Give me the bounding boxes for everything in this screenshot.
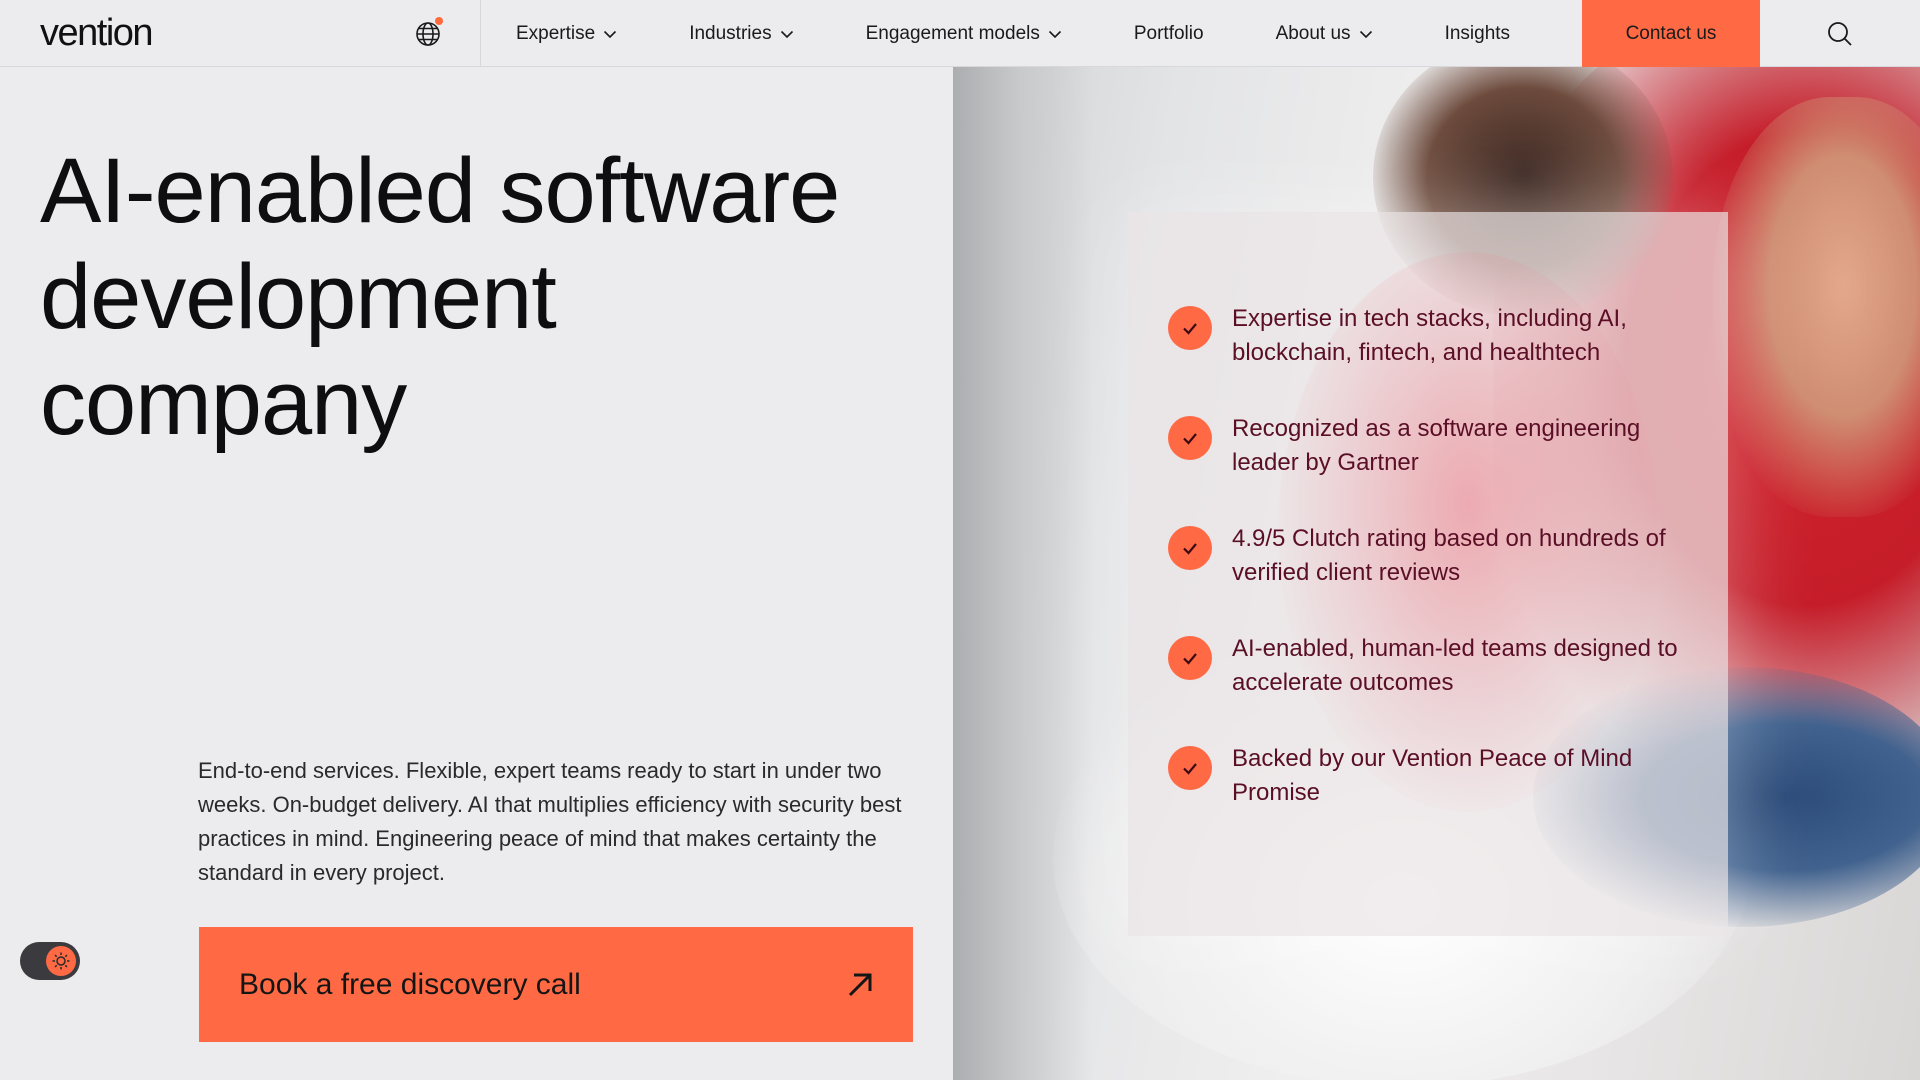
chevron-down-icon [604,30,617,38]
hero-description: End-to-end services. Flexible, expert te… [198,758,902,885]
check-icon [1168,746,1212,790]
check-icon [1168,306,1212,350]
check-icon [1168,636,1212,680]
photo-shape [1713,97,1920,517]
feature-text: AI-enabled, human-led teams designed to … [1232,635,1678,696]
chevron-down-icon [1359,30,1372,38]
chevron-down-icon [780,30,793,38]
feature-text: Expertise in tech stacks, including AI, … [1232,305,1627,366]
contact-us-button[interactable]: Contact us [1582,0,1760,67]
nav-item-expertise[interactable]: Expertise [480,0,653,67]
feature-text: Backed by our Vention Peace of Mind Prom… [1232,745,1633,806]
nav-item-label: Expertise [516,22,596,44]
feature-item: AI-enabled, human-led teams designed to … [1168,632,1708,742]
nav-item-engagement-models[interactable]: Engagement models [830,0,1098,67]
chevron-down-icon [1048,30,1061,38]
book-discovery-call-button[interactable]: Book a free discovery call [199,927,913,1042]
hero-title: AI-enabled software development company [40,138,940,456]
feature-text: Recognized as a software engineering lea… [1232,415,1641,476]
nav-item-label: About us [1275,22,1351,44]
hero-title-line: company [40,352,407,454]
feature-text: 4.9/5 Clutch rating based on hundreds of… [1232,525,1666,586]
hero-title-line: AI-enabled software [40,140,840,242]
hero-title-line: development [40,246,557,348]
cta-label: Book a free discovery call [239,967,581,1001]
nav-item-insights[interactable]: Insights [1409,0,1546,67]
nav-item-label: Industries [689,22,772,44]
nav-item-label: Engagement models [865,22,1040,44]
arrow-up-right-icon [848,973,872,996]
nav-item-label: Portfolio [1133,22,1204,44]
site-header: vention Expertise Industries Engagement … [0,0,1920,67]
nav-item-portfolio[interactable]: Portfolio [1098,0,1240,67]
sun-icon [52,952,70,970]
search-icon[interactable] [1826,20,1854,48]
check-icon [1168,526,1212,570]
main-nav: Expertise Industries Engagement models P… [480,0,1546,67]
feature-item: 4.9/5 Clutch rating based on hundreds of… [1168,522,1708,632]
notification-dot [435,17,443,25]
nav-item-label: Insights [1444,22,1511,44]
feature-item: Expertise in tech stacks, including AI, … [1168,302,1708,412]
feature-item: Backed by our Vention Peace of Mind Prom… [1168,742,1708,852]
feature-item: Recognized as a software engineering lea… [1168,412,1708,522]
theme-toggle-knob [46,946,76,976]
check-icon [1168,416,1212,460]
vention-logo[interactable]: vention [40,12,154,55]
nav-item-industries[interactable]: Industries [653,0,829,67]
theme-toggle[interactable] [20,942,80,980]
feature-list: Expertise in tech stacks, including AI, … [1168,302,1708,852]
nav-item-about-us[interactable]: About us [1240,0,1409,67]
